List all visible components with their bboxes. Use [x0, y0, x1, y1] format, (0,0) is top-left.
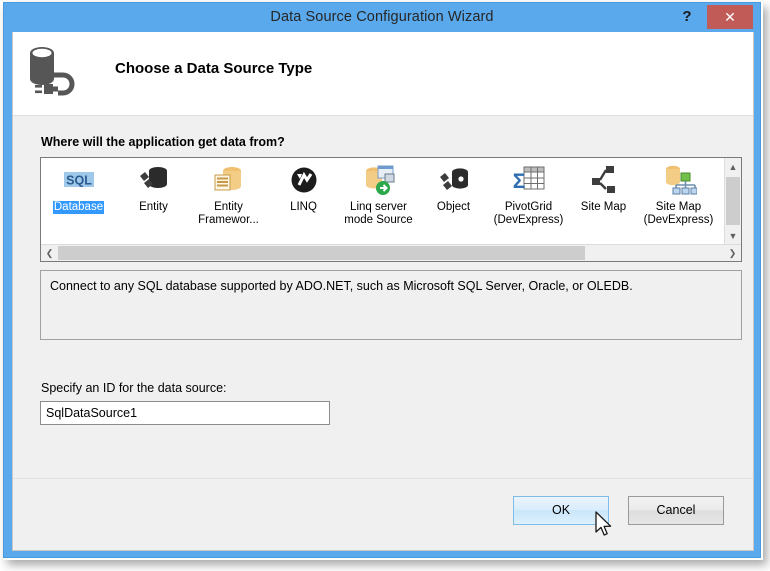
dialog-button-bar: OK Cancel [13, 478, 753, 550]
data-source-type-label: Site Map [580, 201, 627, 213]
entity-icon [136, 162, 172, 198]
cancel-button[interactable]: Cancel [628, 496, 724, 525]
title-bar: Data Source Configuration Wizard ? ✕ [4, 3, 760, 32]
entity-framework-icon [211, 162, 247, 198]
help-button[interactable]: ? [675, 6, 699, 28]
data-source-type-items: SQL Database Entity Entity Framewor... LI… [41, 162, 716, 227]
data-source-type-label: LINQ [290, 201, 317, 213]
horizontal-scrollbar[interactable]: ❮ ❯ [41, 244, 741, 261]
linq-icon [286, 162, 322, 198]
data-source-type-label: Database [52, 201, 105, 214]
scroll-up-icon[interactable]: ▲ [725, 158, 741, 175]
screenshot-canvas: Data Source Configuration Wizard ? ✕ Cho… [0, 0, 770, 571]
data-source-type-item[interactable]: Σ PivotGrid (DevExpress) [491, 162, 566, 227]
data-source-type-list-viewport: SQL Database Entity Entity Framewor... LI… [41, 158, 724, 244]
window-title: Data Source Configuration Wizard [270, 9, 494, 25]
data-source-type-item[interactable]: Site Map (DevExpress) [641, 162, 716, 227]
data-source-type-item[interactable]: Entity [116, 162, 191, 214]
dialog-window: Data Source Configuration Wizard ? ✕ Cho… [3, 2, 761, 558]
data-source-type-list[interactable]: SQL Database Entity Entity Framewor... LI… [40, 157, 742, 262]
vertical-scrollbar[interactable]: ▲ ▼ [724, 158, 741, 244]
description-text: Connect to any SQL database supported by… [50, 279, 633, 293]
ok-button[interactable]: OK [513, 496, 609, 525]
scroll-down-icon[interactable]: ▼ [725, 227, 741, 244]
data-source-type-item[interactable]: Entity Framewor... [191, 162, 266, 227]
data-source-id-input[interactable]: SqlDataSource1 [40, 401, 330, 425]
pivotgrid-icon: Σ [511, 162, 547, 198]
sql-database-icon: SQL [61, 162, 97, 198]
data-source-type-label: Linq server mode Source [344, 201, 413, 226]
site-map-devexpress-icon [661, 162, 697, 198]
where-label: Where will the application get data from… [41, 135, 285, 149]
data-source-type-item[interactable]: Linq server mode Source [341, 162, 416, 227]
data-source-type-item[interactable]: LINQ [266, 162, 341, 214]
svg-text:Σ: Σ [512, 170, 525, 193]
data-source-id-value: SqlDataSource1 [46, 406, 138, 420]
specify-id-label: Specify an ID for the data source: [41, 381, 227, 395]
data-source-type-label: Site Map (DevExpress) [643, 201, 714, 226]
vertical-scroll-thumb[interactable] [726, 177, 740, 225]
linq-server-mode-icon [361, 162, 397, 198]
object-icon [436, 162, 472, 198]
data-source-type-item[interactable]: Object [416, 162, 491, 214]
horizontal-scroll-thumb[interactable] [58, 246, 585, 260]
close-button[interactable]: ✕ [707, 5, 753, 29]
data-source-type-label: Object [436, 201, 471, 213]
dialog-client-area: Choose a Data Source Type Where will the… [12, 32, 754, 551]
svg-text:SQL: SQL [66, 174, 92, 188]
scroll-left-icon[interactable]: ❮ [41, 245, 58, 261]
data-source-type-item[interactable]: Site Map [566, 162, 641, 214]
data-source-type-label: Entity [139, 201, 168, 213]
description-box: Connect to any SQL database supported by… [40, 270, 742, 340]
scroll-right-icon[interactable]: ❯ [724, 245, 741, 261]
data-source-type-item[interactable]: SQL Database [41, 162, 116, 214]
site-map-icon [586, 162, 622, 198]
data-source-type-label: PivotGrid (DevExpress) [493, 201, 564, 226]
wizard-header: Choose a Data Source Type [13, 32, 753, 116]
page-title: Choose a Data Source Type [115, 60, 313, 77]
data-source-type-label: Entity Framewor... [198, 201, 259, 226]
database-plug-icon [24, 41, 84, 103]
